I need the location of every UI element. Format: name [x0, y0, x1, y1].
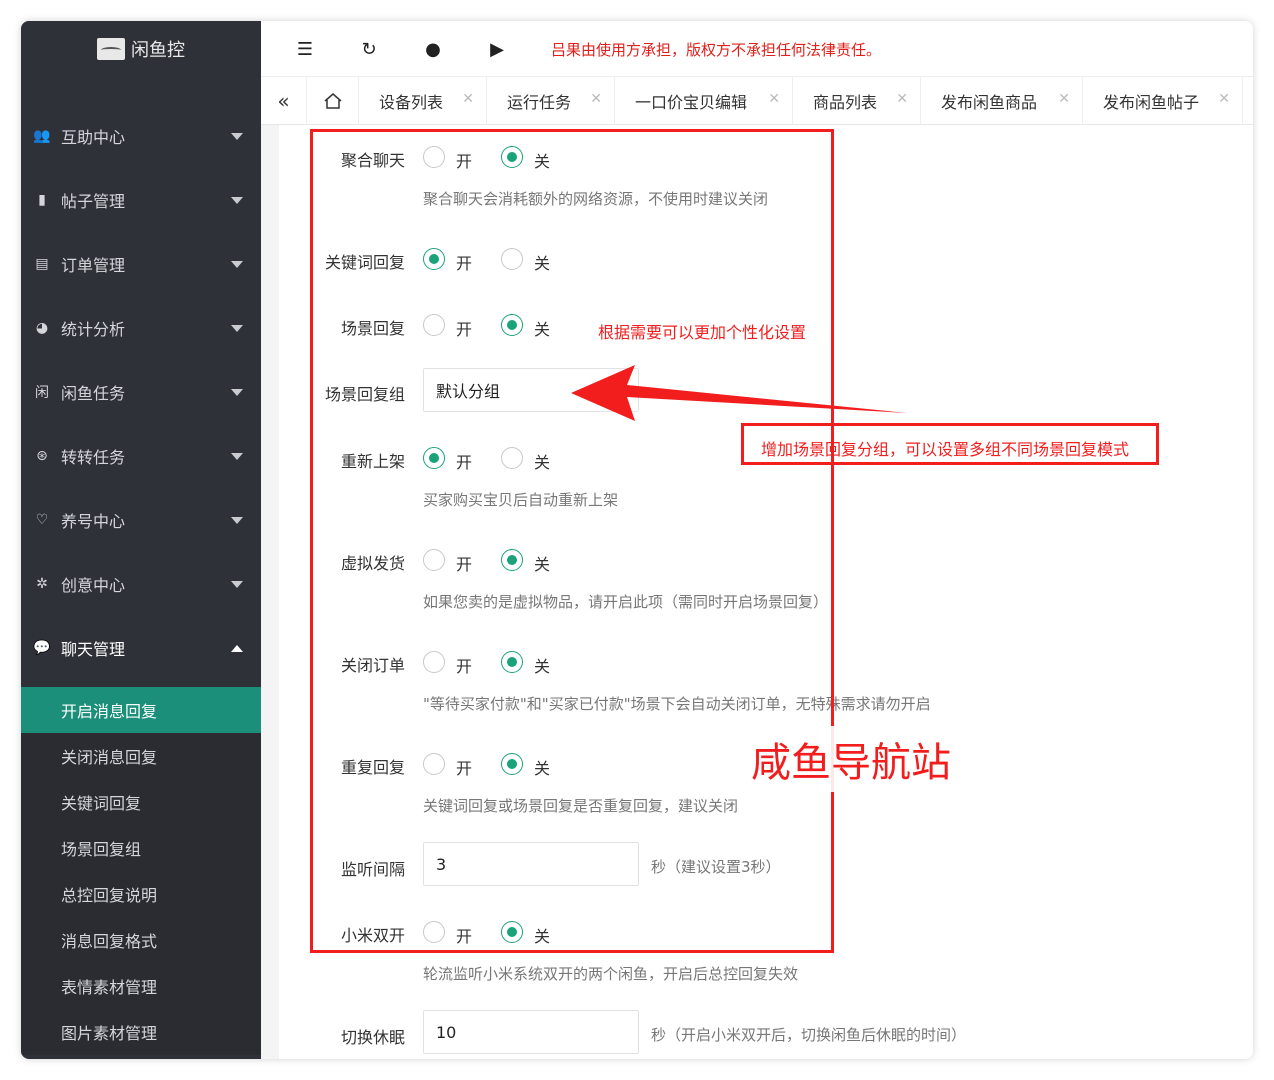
- sidebar-subitem-image-assets[interactable]: 图片素材管理: [21, 1009, 261, 1055]
- tab-device-list[interactable]: 设备列表 ✕: [359, 77, 487, 125]
- sidebar-item-label: 养号中心: [61, 512, 126, 531]
- sidebar-item-mutual-help[interactable]: 👥 互助中心: [21, 104, 261, 168]
- tab-publish-post[interactable]: 发布闲鱼帖子 ✕: [1083, 77, 1243, 125]
- sidebar-item-account-nurture[interactable]: ♡ 养号中心: [21, 488, 261, 552]
- chevron-down-icon: [231, 581, 243, 588]
- logo-icon: [97, 38, 125, 60]
- sidebar-subitem-keyword-reply[interactable]: 关键词回复: [21, 779, 261, 825]
- zhuanzhuan-icon: ⊛: [36, 448, 48, 464]
- sidebar-item-label: 订单管理: [61, 256, 126, 275]
- chevron-down-icon: [231, 517, 243, 524]
- tab-label: 商品列表: [813, 93, 878, 112]
- sidebar-subitem-master-reply-doc[interactable]: 总控回复说明: [21, 871, 261, 917]
- switch-sleep-hint: 秒（开启小米双开后，切换闲鱼后休眠的时间）: [651, 1026, 967, 1044]
- arrow-annotation-icon: [571, 365, 907, 421]
- home-tab[interactable]: [307, 77, 359, 125]
- chevron-up-icon: [231, 645, 243, 652]
- close-icon[interactable]: ✕: [1218, 91, 1230, 107]
- annotation-personalize: 根据需要可以更加个性化设置: [598, 323, 807, 342]
- close-icon[interactable]: ✕: [896, 91, 908, 107]
- sidebar-item-label: 闲鱼任务: [61, 384, 126, 403]
- xiaomi-dual-hint: 轮流监听小米系统双开的两个闲鱼，开启后总控回复失效: [423, 965, 799, 983]
- top-toolbar: ☰ ↻ ● ▶ 吕果由使用方承担，版权方不承担任何法律责任。: [261, 21, 1253, 77]
- chevron-down-icon: [231, 197, 243, 204]
- chat-bubble-icon: 💬: [33, 640, 51, 656]
- watermark-text: 咸鱼导航站: [743, 726, 959, 792]
- logo-text: 闲鱼控: [131, 40, 185, 61]
- home-icon: [324, 93, 341, 109]
- refresh-icon[interactable]: ↻: [357, 37, 381, 61]
- sidebar-subitem-scene-group[interactable]: 场景回复组: [21, 825, 261, 871]
- chevron-down-icon: [231, 261, 243, 268]
- switch-sleep-input[interactable]: 10: [423, 1010, 639, 1054]
- sidebar-item-label: 互助中心: [61, 128, 126, 147]
- sidebar-item-xianyu-tasks[interactable]: 闲 闲鱼任务: [21, 360, 261, 424]
- tab-product-list[interactable]: 商品列表 ✕: [793, 77, 921, 125]
- tab-label: 设备列表: [379, 93, 444, 112]
- chevron-down-icon: [231, 389, 243, 396]
- book-icon: ▮: [38, 192, 46, 208]
- clipboard-icon: ▤: [35, 256, 49, 272]
- tab-label: 运行任务: [507, 93, 572, 112]
- close-icon[interactable]: ✕: [1058, 91, 1070, 107]
- sidebar-item-posts[interactable]: ▮ 帖子管理: [21, 168, 261, 232]
- bug-icon: ✲: [36, 576, 48, 592]
- close-icon[interactable]: ✕: [590, 91, 602, 107]
- app-window: 闲鱼控 👥 互助中心 ▮ 帖子管理 ▤ 订单管理 ◕ 统计分析 闲 闲鱼任务 ⊛…: [21, 21, 1253, 1059]
- tab-publish-product[interactable]: 发布闲鱼商品 ✕: [921, 77, 1083, 125]
- sidebar: 闲鱼控 👥 互助中心 ▮ 帖子管理 ▤ 订单管理 ◕ 统计分析 闲 闲鱼任务 ⊛…: [21, 21, 261, 1059]
- sidebar-item-orders[interactable]: ▤ 订单管理: [21, 232, 261, 296]
- pie-chart-icon: ◕: [35, 320, 49, 336]
- message-icon[interactable]: ●: [421, 37, 445, 61]
- close-icon[interactable]: ✕: [768, 91, 780, 107]
- tabs-bar: « 设备列表 ✕ 运行任务 ✕ 一口价宝贝编辑 ✕ 商品列表 ✕ 发布闲鱼商品 ✕ 发布闲…: [261, 77, 1253, 125]
- sidebar-item-label: 统计分析: [61, 320, 126, 339]
- tabs-scroll-left-icon[interactable]: «: [261, 77, 307, 125]
- disclaimer-notice: 吕果由使用方承担，版权方不承担任何法律责任。: [551, 41, 882, 59]
- tab-fixed-price-edit[interactable]: 一口价宝贝编辑 ✕: [615, 77, 793, 125]
- sidebar-item-label: 创意中心: [61, 576, 126, 595]
- chevron-down-icon: [231, 325, 243, 332]
- sidebar-item-stats[interactable]: ◕ 统计分析: [21, 296, 261, 360]
- sidebar-item-label: 帖子管理: [61, 192, 126, 211]
- sidebar-item-zhuanzhuan-tasks[interactable]: ⊛ 转转任务: [21, 424, 261, 488]
- highlight-box: [310, 129, 834, 953]
- switch-sleep-label: 切换休眠: [340, 1028, 405, 1047]
- play-icon[interactable]: ▶: [485, 37, 509, 61]
- tab-label: 发布闲鱼帖子: [1103, 93, 1200, 112]
- tab-label: 发布闲鱼商品: [941, 93, 1038, 112]
- heart-icon: ♡: [35, 512, 49, 528]
- sidebar-item-label: 转转任务: [61, 448, 126, 467]
- sidebar-item-label: 聊天管理: [61, 640, 126, 659]
- chevron-down-icon: [231, 453, 243, 460]
- close-icon[interactable]: ✕: [462, 91, 474, 107]
- tab-label: 一口价宝贝编辑: [635, 93, 748, 112]
- xianyu-icon: 闲: [35, 385, 49, 401]
- sidebar-subitem-disable-reply[interactable]: 关闭消息回复: [21, 733, 261, 779]
- sidebar-subitem-reply-format[interactable]: 消息回复格式: [21, 917, 261, 963]
- collapse-menu-icon[interactable]: ☰: [293, 37, 317, 61]
- sidebar-item-chat[interactable]: 💬 聊天管理: [21, 616, 261, 680]
- sidebar-subitem-emoji-assets[interactable]: 表情素材管理: [21, 963, 261, 1009]
- sidebar-item-creative[interactable]: ✲ 创意中心: [21, 552, 261, 616]
- app-logo: 闲鱼控: [21, 21, 261, 77]
- tab-running-tasks[interactable]: 运行任务 ✕: [487, 77, 615, 125]
- sidebar-subitem-enable-reply[interactable]: 开启消息回复: [21, 687, 261, 733]
- annotation-scene-group: 增加场景回复分组，可以设置多组不同场景回复模式: [761, 440, 1130, 459]
- users-icon: 👥: [33, 128, 51, 144]
- chevron-down-icon: [231, 133, 243, 140]
